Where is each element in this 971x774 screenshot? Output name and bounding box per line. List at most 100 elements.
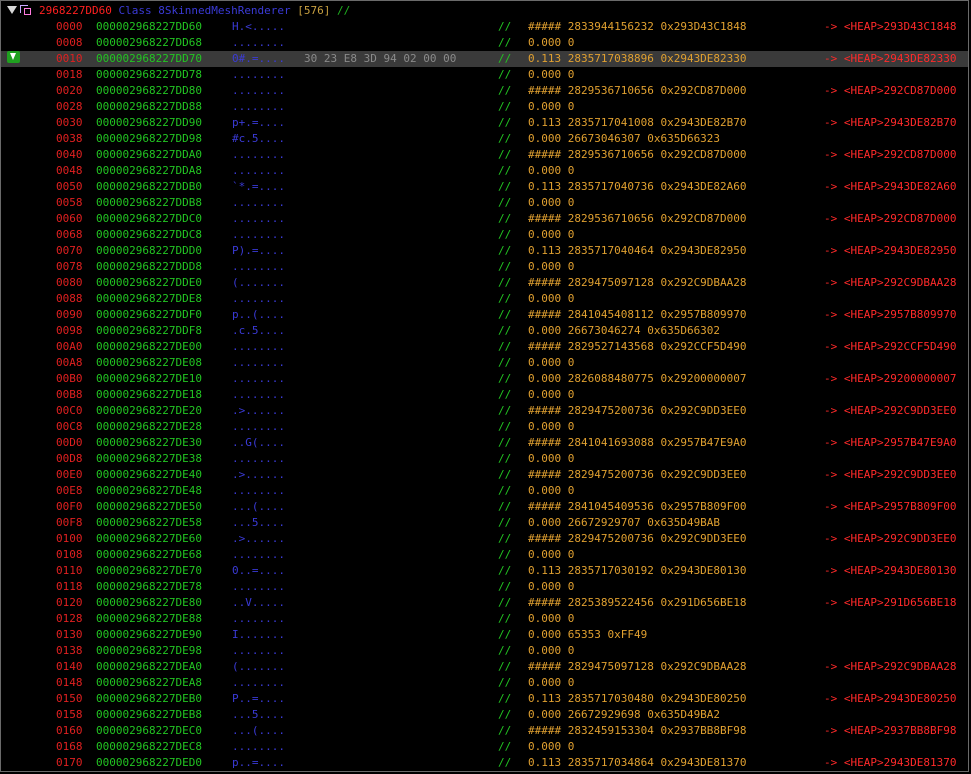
comment-cell: // — [498, 644, 512, 657]
memory-row[interactable]: 0060 000002968227DDC0........ // ##### 2829… — [1, 211, 968, 227]
address-cell: 000002968227DE68 — [96, 548, 202, 561]
offset-cell: 0060 — [56, 212, 83, 225]
pointer-cell: -> <HEAP>292CCF5D490 — [824, 340, 957, 353]
memory-row[interactable]: 0068 000002968227DDC8........ // 0.000 0 — [1, 227, 968, 243]
offset-cell: 00D8 — [56, 452, 83, 465]
comment-cell: // — [498, 420, 512, 433]
memory-row[interactable]: 0050 000002968227DDB0 `*.=.... // 0.113 2835… — [1, 179, 968, 195]
memory-row[interactable]: 0030 000002968227DD90 p+.=.... // 0.113 2835… — [1, 115, 968, 131]
pointer-cell: -> <HEAP>291D656BE18 — [824, 596, 957, 609]
memory-row[interactable]: 0100 000002968227DE60 .>...... // ##### 2829… — [1, 531, 968, 547]
ascii-cell: #c.5.... — [232, 132, 285, 145]
ascii-cell: ........ — [232, 340, 285, 353]
memory-row[interactable]: 0138 000002968227DE98........ // 0.000 0 — [1, 643, 968, 659]
memory-row[interactable]: 0148 000002968227DEA8........ // 0.000 0 — [1, 675, 968, 691]
ascii-cell: p+.=.... — [232, 116, 285, 129]
memory-row[interactable]: 0010 000002968227DD70 0#.=.... 30 23 E8 3D … — [1, 51, 968, 67]
memory-row[interactable]: 0018 000002968227DD78........ // 0.000 0 — [1, 67, 968, 83]
value-cell: ##### 2829475097128 0x292C9DBAA28 — [528, 660, 747, 673]
ascii-cell: .>...... — [232, 532, 285, 545]
address-cell: 000002968227DD60 — [96, 20, 202, 33]
memory-row[interactable]: 00B0 000002968227DE10........ // 0.000 2826… — [1, 371, 968, 387]
memory-row[interactable]: 00B8 000002968227DE18........ // 0.000 0 — [1, 387, 968, 403]
comment-cell: // — [498, 68, 512, 81]
offset-cell: 00F8 — [56, 516, 83, 529]
value-cell: ##### 2829536710656 0x292CD87D000 — [528, 148, 747, 161]
memory-row[interactable]: 0040 000002968227DDA0........ // ##### 2829… — [1, 147, 968, 163]
memory-row[interactable]: 0058 000002968227DDB8........ // 0.000 0 — [1, 195, 968, 211]
offset-cell: 0030 — [56, 116, 83, 129]
address-cell: 000002968227DE50 — [96, 500, 202, 513]
ascii-cell: ........ — [232, 100, 285, 113]
memory-row[interactable]: 0070 000002968227DDD0 P).=.... // 0.113 2835… — [1, 243, 968, 259]
comment-cell: // — [498, 228, 512, 241]
comment-cell: // — [498, 244, 512, 257]
memory-row[interactable]: 0118 000002968227DE78........ // 0.000 0 — [1, 579, 968, 595]
address-cell: 000002968227DE20 — [96, 404, 202, 417]
pointer-cell: -> <HEAP>292C9DD3EE0 — [824, 468, 957, 481]
offset-cell: 0088 — [56, 292, 83, 305]
address-cell: 000002968227DD68 — [96, 36, 202, 49]
memory-row[interactable]: 0170 000002968227DED0 p..=.... // 0.113 2835… — [1, 755, 968, 771]
memory-row[interactable]: 0130 000002968227DE90 I....... // 0.000 6535… — [1, 627, 968, 643]
memory-row[interactable]: 00A0 000002968227DE00........ // ##### 2829… — [1, 339, 968, 355]
memory-row[interactable]: 00E8 000002968227DE48........ // 0.000 0 — [1, 483, 968, 499]
offset-cell: 0098 — [56, 324, 83, 337]
address-cell: 000002968227DEA8 — [96, 676, 202, 689]
memory-row[interactable]: 0080 000002968227DDE0 (....... // ##### 2829… — [1, 275, 968, 291]
memory-row[interactable]: 00F8 000002968227DE58 ...5.... // 0.000 2667… — [1, 515, 968, 531]
memory-row[interactable]: 0020 000002968227DD80........ // ##### 2829… — [1, 83, 968, 99]
comment-cell: // — [498, 180, 512, 193]
comment-cell: // — [498, 740, 512, 753]
memory-row[interactable]: 00C0 000002968227DE20 .>...... // ##### 2829… — [1, 403, 968, 419]
address-cell: 000002968227DE08 — [96, 356, 202, 369]
memory-row[interactable]: 00C8 000002968227DE28........ // 0.000 0 — [1, 419, 968, 435]
address-cell: 000002968227DE00 — [96, 340, 202, 353]
offset-cell: 0018 — [56, 68, 83, 81]
collapse-arrow-icon[interactable] — [7, 6, 17, 14]
memory-row[interactable]: 0088 000002968227DDE8........ // 0.000 0 — [1, 291, 968, 307]
address-cell: 000002968227DE48 — [96, 484, 202, 497]
address-cell: 000002968227DDC0 — [96, 212, 202, 225]
memory-row[interactable]: 0038 000002968227DD98 #c.5.... // 0.000 2667… — [1, 131, 968, 147]
memory-row[interactable]: 0128 000002968227DE88........ // 0.000 0 — [1, 611, 968, 627]
memory-row[interactable]: 0140 000002968227DEA0 (....... // ##### 2829… — [1, 659, 968, 675]
value-cell: 0.000 26672929698 0x635D49BA2 — [528, 708, 721, 721]
memory-row[interactable]: 00F0 000002968227DE50 ...(.... // ##### 2841… — [1, 499, 968, 515]
comment-cell: // — [498, 132, 512, 145]
memory-row[interactable]: 00E0 000002968227DE40 .>...... // ##### 2829… — [1, 467, 968, 483]
address-cell: 000002968227DD70 — [96, 52, 202, 65]
memory-row[interactable]: 0000 000002968227DD60 H.<..... // ##### 2833… — [1, 19, 968, 35]
memory-row[interactable]: 0028 000002968227DD88........ // 0.000 0 — [1, 99, 968, 115]
class-address: 2968227DD60 — [39, 4, 112, 17]
address-cell: 000002968227DE60 — [96, 532, 202, 545]
pointer-cell: -> <HEAP>2943DE82330 — [824, 52, 957, 65]
memory-row[interactable]: 0160 000002968227DEC0 ...(.... // ##### 2832… — [1, 723, 968, 739]
ascii-cell: ..V..... — [232, 596, 285, 609]
memory-row[interactable]: 0120 000002968227DE80 ..V..... // ##### 2825… — [1, 595, 968, 611]
memory-row[interactable]: 0168 000002968227DEC8........ // 0.000 0 — [1, 739, 968, 755]
memory-row[interactable]: 0150 000002968227DEB0 P..=.... // 0.113 2835… — [1, 691, 968, 707]
comment-cell: // — [498, 756, 512, 769]
value-cell: ##### 2829475200736 0x292C9DD3EE0 — [528, 468, 747, 481]
ascii-cell: H.<..... — [232, 20, 285, 33]
memory-row[interactable]: 0078 000002968227DDD8........ // 0.000 0 — [1, 259, 968, 275]
class-header-row[interactable]: 2968227DD60 Class 8SkinnedMeshRenderer [… — [1, 3, 968, 19]
ascii-cell: 0#.=.... — [232, 52, 285, 65]
offset-cell: 00A0 — [56, 340, 83, 353]
memory-row[interactable]: 0110 000002968227DE70 0..=.... // 0.113 2835… — [1, 563, 968, 579]
memory-row[interactable]: 00D8 000002968227DE38........ // 0.000 0 — [1, 451, 968, 467]
memory-view-panel[interactable]: 2968227DD60 Class 8SkinnedMeshRenderer [… — [0, 0, 969, 772]
memory-row[interactable]: 0108 000002968227DE68........ // 0.000 0 — [1, 547, 968, 563]
memory-row[interactable]: 0008 000002968227DD68........ // 0.000 0 — [1, 35, 968, 51]
memory-row[interactable]: 0158 000002968227DEB8 ...5.... // 0.000 2667… — [1, 707, 968, 723]
memory-row[interactable]: 0048 000002968227DDA8........ // 0.000 0 — [1, 163, 968, 179]
offset-cell: 00F0 — [56, 500, 83, 513]
memory-row[interactable]: 00D0 000002968227DE30 ..G(.... // ##### 2841… — [1, 435, 968, 451]
memory-row[interactable]: 0090 000002968227DDF0 p..(.... // ##### 2841… — [1, 307, 968, 323]
value-cell: 0.113 2835717030480 0x2943DE80250 — [528, 692, 747, 705]
comment-cell: // — [498, 308, 512, 321]
pointer-cell: -> <HEAP>2943DE82950 — [824, 244, 957, 257]
memory-row[interactable]: 00A8 000002968227DE08........ // 0.000 0 — [1, 355, 968, 371]
memory-row[interactable]: 0098 000002968227DDF8 .c.5.... // 0.000 2667… — [1, 323, 968, 339]
